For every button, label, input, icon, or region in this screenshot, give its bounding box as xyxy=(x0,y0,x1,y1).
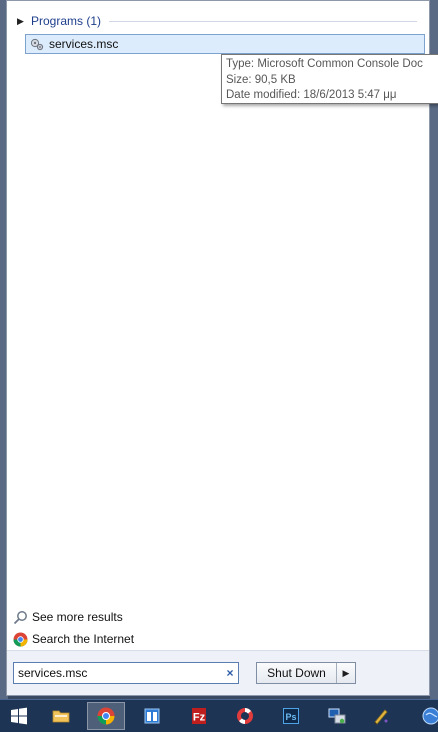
photoshop-icon: Ps xyxy=(283,708,299,724)
tooltip-size: Size: 90,5 KB xyxy=(226,73,296,86)
search-bar-area: × Shut Down ▶ xyxy=(7,650,429,695)
shutdown-button[interactable]: Shut Down xyxy=(257,663,337,683)
pen-icon xyxy=(374,709,388,725)
file-info-tooltip: Type: Microsoft Common Console Doc Size:… xyxy=(221,54,438,104)
search-internet-label: Search the Internet xyxy=(32,632,135,646)
clear-search-icon[interactable]: × xyxy=(222,666,238,680)
taskbar-file-explorer[interactable] xyxy=(42,702,80,730)
more-links: See more results Search the Internet xyxy=(13,607,134,651)
programs-group-header[interactable]: ▶ Programs (1) xyxy=(17,11,417,31)
taskbar-help-app[interactable] xyxy=(226,702,264,730)
result-label: services.msc xyxy=(49,37,119,51)
taskbar-app-blue[interactable] xyxy=(133,702,171,730)
chrome-icon xyxy=(97,707,115,725)
taskbar-globe-app[interactable] xyxy=(412,702,438,730)
search-input[interactable] xyxy=(14,664,222,682)
network-icon xyxy=(328,708,346,724)
lifebuoy-icon xyxy=(237,708,253,724)
taskbar: Fz Ps xyxy=(0,699,438,732)
see-more-results-label: See more results xyxy=(32,610,123,624)
tooltip-type: Type: Microsoft Common Console Doc xyxy=(226,58,423,70)
taskbar-photoshop[interactable]: Ps xyxy=(272,702,310,730)
tooltip-date: Date modified: 18/6/2013 5:47 μμ xyxy=(226,89,397,101)
shutdown-options-arrow-icon[interactable]: ▶ xyxy=(337,663,355,683)
search-result-services[interactable]: services.msc xyxy=(25,34,425,54)
search-box[interactable]: × xyxy=(13,662,239,684)
svg-text:Fz: Fz xyxy=(193,712,206,724)
desktop-background-right xyxy=(430,0,438,732)
magnifier-icon xyxy=(13,610,27,624)
taskbar-filezilla[interactable]: Fz xyxy=(180,702,218,730)
expand-arrow-icon[interactable]: ▶ xyxy=(17,16,29,27)
see-more-results-link[interactable]: See more results xyxy=(13,607,134,627)
programs-group-title: Programs (1) xyxy=(31,14,102,28)
start-button[interactable] xyxy=(0,702,38,730)
folder-icon xyxy=(52,710,70,723)
shutdown-split-button[interactable]: Shut Down ▶ xyxy=(256,662,356,684)
windows-logo-icon xyxy=(11,707,27,725)
taskbar-network-app[interactable] xyxy=(318,702,356,730)
gears-icon xyxy=(30,38,44,51)
start-menu: ▶ Programs (1) services.msc See more res… xyxy=(6,0,430,696)
window-icon xyxy=(144,708,160,724)
taskbar-chrome[interactable] xyxy=(87,702,125,730)
search-internet-link[interactable]: Search the Internet xyxy=(13,629,134,649)
filezilla-icon: Fz xyxy=(192,708,206,724)
group-divider xyxy=(109,20,417,22)
chrome-icon xyxy=(13,632,28,647)
taskbar-pen-app[interactable] xyxy=(362,702,400,730)
globe-icon xyxy=(422,707,438,725)
svg-text:Ps: Ps xyxy=(285,712,296,722)
